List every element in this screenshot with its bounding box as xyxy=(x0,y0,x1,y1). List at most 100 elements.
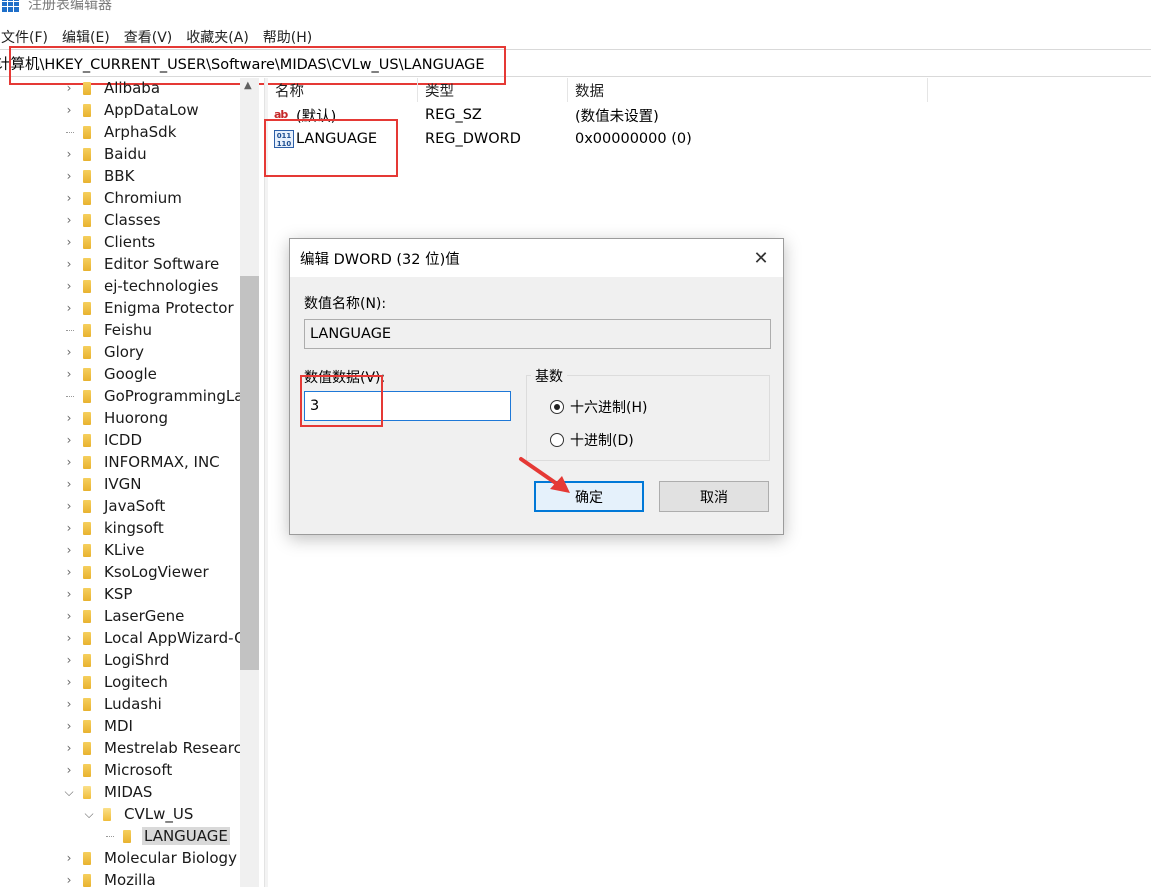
tree-item[interactable]: › Classes xyxy=(0,209,240,231)
tree-item[interactable]: › LaserGene xyxy=(0,605,240,627)
chevron-right-icon[interactable]: › xyxy=(62,671,76,693)
tree-item[interactable]: › MDI xyxy=(0,715,240,737)
tree-item[interactable]: › Molecular Biology xyxy=(0,847,240,869)
tree-item-label: ej-technologies xyxy=(104,277,219,295)
menu-favorites[interactable]: 收藏夹(A) xyxy=(185,27,256,47)
tree-item-label: Chromium xyxy=(104,189,182,207)
chevron-right-icon[interactable]: › xyxy=(62,693,76,715)
folder-icon xyxy=(83,280,91,293)
tree-item[interactable]: GoProgrammingLa xyxy=(0,385,243,407)
tree-item[interactable]: › Local AppWizard-G xyxy=(0,627,246,649)
tree-item[interactable]: › Alibaba xyxy=(0,78,240,99)
chevron-right-icon[interactable]: › xyxy=(62,429,76,451)
tree-scrollbar[interactable]: ▲ xyxy=(240,78,259,887)
tree-item[interactable]: › IVGN xyxy=(0,473,240,495)
tree-item[interactable]: › ICDD xyxy=(0,429,240,451)
tree-item[interactable]: › Ludashi xyxy=(0,693,240,715)
menu-file[interactable]: 文件(F) xyxy=(0,27,55,47)
tree-scrollbar-thumb[interactable] xyxy=(240,276,259,670)
chevron-right-icon[interactable]: › xyxy=(62,869,76,887)
tree-item[interactable]: › Clients xyxy=(0,231,240,253)
tree-item[interactable]: › kingsoft xyxy=(0,517,240,539)
chevron-right-icon[interactable]: › xyxy=(62,407,76,429)
tree-item[interactable]: › Glory xyxy=(0,341,240,363)
chevron-right-icon[interactable]: › xyxy=(62,583,76,605)
menu-help[interactable]: 帮助(H) xyxy=(262,27,319,47)
registry-key-tree[interactable]: › Alibaba › AppDataLow ArphaSdk › Baidu › BBK › Ch… xyxy=(0,78,262,887)
folder-icon xyxy=(83,566,91,579)
tree-item[interactable]: ⌵ CVLw_US xyxy=(0,803,240,825)
close-icon[interactable]: ✕ xyxy=(749,246,773,270)
radio-hex-indicator[interactable] xyxy=(550,400,564,414)
tree-item-label: Huorong xyxy=(104,409,169,427)
tree-item-label: IVGN xyxy=(104,475,142,493)
chevron-right-icon[interactable]: › xyxy=(62,297,76,319)
chevron-right-icon[interactable]: › xyxy=(62,847,76,869)
tree-item[interactable]: › INFORMAX, INC xyxy=(0,451,240,473)
chevron-right-icon[interactable]: › xyxy=(62,473,76,495)
menu-edit[interactable]: 编辑(E) xyxy=(61,27,117,47)
column-header-name[interactable]: 名称 xyxy=(268,78,418,102)
tree-item[interactable]: › KSP xyxy=(0,583,240,605)
chevron-right-icon[interactable]: › xyxy=(62,209,76,231)
chevron-down-icon[interactable]: ⌵ xyxy=(82,803,96,825)
tree-item[interactable]: › KLive xyxy=(0,539,240,561)
tree-item[interactable]: › Mozilla xyxy=(0,869,240,887)
tree-item[interactable]: › Chromium xyxy=(0,187,240,209)
chevron-right-icon[interactable]: › xyxy=(62,605,76,627)
chevron-right-icon[interactable]: › xyxy=(62,759,76,781)
chevron-right-icon[interactable]: › xyxy=(62,143,76,165)
tree-item[interactable]: › LogiShrd xyxy=(0,649,240,671)
chevron-right-icon[interactable]: › xyxy=(62,539,76,561)
chevron-right-icon[interactable]: › xyxy=(62,78,76,99)
radio-decimal[interactable]: 十进制(D) xyxy=(550,430,634,450)
tree-item[interactable]: › Huorong xyxy=(0,407,240,429)
chevron-right-icon[interactable]: › xyxy=(62,451,76,473)
chevron-right-icon[interactable]: › xyxy=(62,363,76,385)
chevron-right-icon[interactable]: › xyxy=(62,165,76,187)
tree-item[interactable]: › AppDataLow xyxy=(0,99,240,121)
tree-item[interactable]: › KsoLogViewer xyxy=(0,561,240,583)
dialog-title: 编辑 DWORD (32 位)值 xyxy=(300,251,460,268)
chevron-down-icon[interactable]: ⌵ xyxy=(62,781,76,803)
tree-item-label: KSP xyxy=(104,585,133,603)
tree-item[interactable]: Feishu xyxy=(0,319,240,341)
chevron-right-icon[interactable]: › xyxy=(62,253,76,275)
column-header-data[interactable]: 数据 xyxy=(568,78,928,102)
tree-item[interactable]: ⌵ MIDAS xyxy=(0,781,240,803)
chevron-right-icon[interactable]: › xyxy=(62,495,76,517)
tree-item[interactable]: › BBK xyxy=(0,165,240,187)
tree-item[interactable]: › Mestrelab Researc xyxy=(0,737,242,759)
tree-item[interactable]: › ej-technologies xyxy=(0,275,240,297)
tree-item[interactable]: › Microsoft xyxy=(0,759,240,781)
radio-hex[interactable]: 十六进制(H) xyxy=(550,397,647,417)
chevron-right-icon[interactable]: › xyxy=(62,187,76,209)
chevron-right-icon[interactable]: › xyxy=(62,341,76,363)
chevron-right-icon[interactable]: › xyxy=(62,517,76,539)
menu-view[interactable]: 查看(V) xyxy=(123,27,180,47)
radio-decimal-indicator[interactable] xyxy=(550,433,564,447)
tree-item[interactable]: › Google xyxy=(0,363,240,385)
tree-item[interactable]: › Editor Software xyxy=(0,253,240,275)
folder-icon xyxy=(83,126,91,139)
tree-item[interactable]: › Enigma Protector xyxy=(0,297,240,319)
chevron-right-icon[interactable]: › xyxy=(62,99,76,121)
tree-item[interactable]: › JavaSoft xyxy=(0,495,240,517)
chevron-right-icon[interactable]: › xyxy=(62,561,76,583)
chevron-right-icon[interactable]: › xyxy=(62,737,76,759)
chevron-right-icon[interactable]: › xyxy=(62,275,76,297)
tree-item[interactable]: › Logitech xyxy=(0,671,240,693)
tree-item[interactable]: LANGUAGE xyxy=(0,825,240,847)
chevron-right-icon[interactable]: › xyxy=(62,627,76,649)
tree-item-label: MDI xyxy=(104,717,133,735)
scroll-up-arrow-icon[interactable]: ▲ xyxy=(244,80,252,91)
tree-item[interactable]: ArphaSdk xyxy=(0,121,240,143)
cancel-button[interactable]: 取消 xyxy=(659,481,769,512)
chevron-right-icon[interactable]: › xyxy=(62,231,76,253)
tree-connector xyxy=(66,132,74,133)
column-header-type[interactable]: 类型 xyxy=(418,78,568,102)
chevron-right-icon[interactable]: › xyxy=(62,715,76,737)
tree-item[interactable]: › Baidu xyxy=(0,143,240,165)
chevron-right-icon[interactable]: › xyxy=(62,649,76,671)
dialog-title-bar[interactable]: 编辑 DWORD (32 位)值 ✕ xyxy=(290,239,783,277)
